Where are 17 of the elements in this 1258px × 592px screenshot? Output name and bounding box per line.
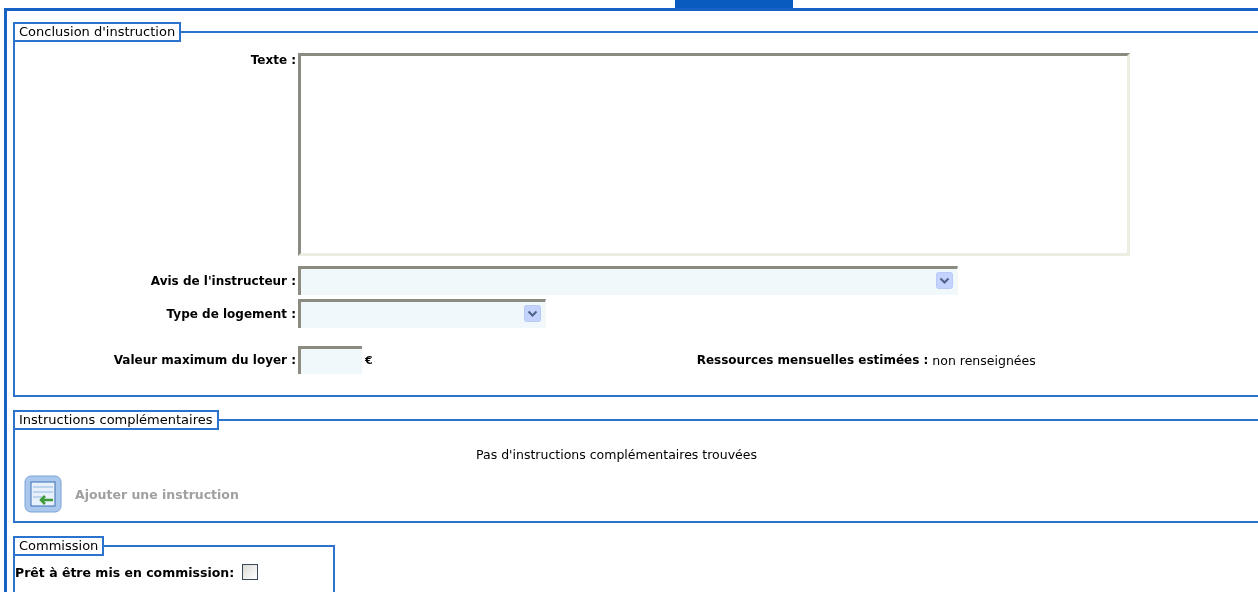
field-label: Ressources mensuelles estimées : [696,353,929,367]
section-legend: Conclusion d'instruction [13,22,182,42]
add-row-icon[interactable] [23,474,63,514]
field-label: Avis de l'instructeur : [149,273,297,288]
housing-type-dropdown[interactable] [298,299,546,328]
field-value: non renseignées [932,352,1036,368]
checkbox-label: Prêt à être mis en commission: [15,564,235,580]
field-label: Type de logement : [165,306,297,321]
section-legend: Commission [13,536,105,556]
ready-checkbox[interactable] [242,564,259,580]
field-label: Texte : [249,53,297,69]
rent-input[interactable] [298,346,362,374]
opinion-dropdown[interactable] [298,266,958,295]
currency-unit: € [365,353,373,367]
empty-message: Pas d'instructions complémentaires trouvées [475,447,758,462]
section-legend: Instructions complémentaires [13,410,219,430]
field-label: Valeur maximum du loyer : [112,353,297,367]
